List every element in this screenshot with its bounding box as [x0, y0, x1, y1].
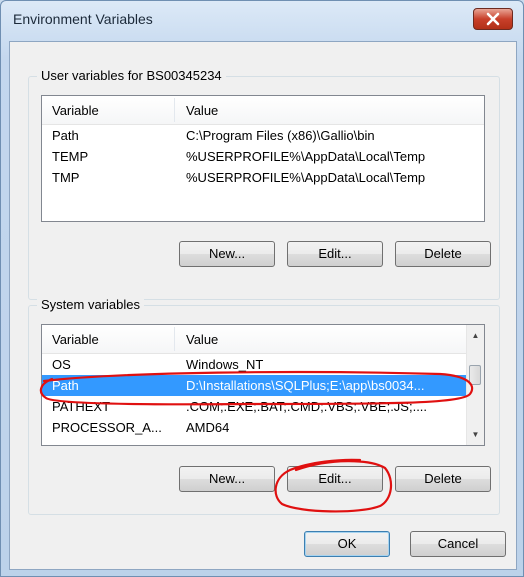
- dialog-client-area: User variables for BS00345234 Variable V…: [9, 41, 517, 570]
- system-edit-button[interactable]: Edit...: [287, 466, 383, 492]
- system-variable-row[interactable]: OS Windows_NT: [42, 354, 466, 375]
- user-new-button[interactable]: New...: [179, 241, 275, 267]
- column-separator: [174, 98, 175, 122]
- system-variables-list[interactable]: Variable Value OS Windows_NT Path D:\Ins…: [41, 324, 485, 446]
- scroll-down-arrow-icon[interactable]: ▼: [467, 426, 484, 443]
- environment-variables-dialog: Environment Variables User variables for…: [0, 0, 524, 577]
- system-variable-row[interactable]: PATHEXT .COM;.EXE;.BAT;.CMD;.VBS;.VBE;.J…: [42, 396, 466, 417]
- variable-name: PROCESSOR_A...: [52, 420, 162, 435]
- system-variable-row-selected[interactable]: Path D:\Installations\SQLPlus;E:\app\bs0…: [42, 375, 466, 396]
- close-icon: [486, 12, 500, 26]
- scrollbar-thumb[interactable]: [469, 365, 481, 385]
- user-variable-row[interactable]: TMP %USERPROFILE%\AppData\Local\Temp: [42, 167, 484, 188]
- variable-value: .COM;.EXE;.BAT;.CMD;.VBS;.VBE;.JS;....: [186, 399, 428, 414]
- user-variables-label: User variables for BS00345234: [37, 68, 226, 83]
- ok-button[interactable]: OK: [304, 531, 390, 557]
- variable-value: C:\Program Files (x86)\Gallio\bin: [186, 128, 375, 143]
- user-variable-row[interactable]: TEMP %USERPROFILE%\AppData\Local\Temp: [42, 146, 484, 167]
- column-separator: [174, 327, 175, 351]
- variable-name: OS: [52, 357, 71, 372]
- variable-value: D:\Installations\SQLPlus;E:\app\bs0034..…: [186, 378, 425, 393]
- column-header-value[interactable]: Value: [186, 103, 218, 118]
- variable-value: AMD64: [186, 420, 230, 435]
- column-header-variable[interactable]: Variable: [52, 332, 99, 347]
- user-edit-button[interactable]: Edit...: [287, 241, 383, 267]
- vertical-scrollbar[interactable]: ▲ ▼: [466, 325, 484, 445]
- system-delete-button[interactable]: Delete: [395, 466, 491, 492]
- user-variables-group: User variables for BS00345234 Variable V…: [28, 68, 500, 300]
- variable-name: TMP: [52, 170, 80, 185]
- variable-value: Windows_NT: [186, 357, 264, 372]
- dialog-title: Environment Variables: [13, 11, 153, 27]
- system-new-button[interactable]: New...: [179, 466, 275, 492]
- system-variables-group: System variables Variable Value OS Windo…: [28, 297, 500, 515]
- close-button[interactable]: [473, 8, 513, 30]
- variable-name: Path: [52, 378, 79, 393]
- column-header-variable[interactable]: Variable: [52, 103, 99, 118]
- variable-value: %USERPROFILE%\AppData\Local\Temp: [186, 149, 426, 164]
- cancel-button[interactable]: Cancel: [410, 531, 506, 557]
- system-variables-label: System variables: [37, 297, 144, 312]
- user-variable-row[interactable]: Path C:\Program Files (x86)\Gallio\bin: [42, 125, 484, 146]
- user-delete-button[interactable]: Delete: [395, 241, 491, 267]
- variable-name: Path: [52, 128, 79, 143]
- user-variables-list[interactable]: Variable Value Path C:\Program Files (x8…: [41, 95, 485, 222]
- column-header-value[interactable]: Value: [186, 332, 218, 347]
- list-header: Variable Value: [42, 325, 466, 354]
- list-header: Variable Value: [42, 96, 484, 125]
- variable-name: PATHEXT: [52, 399, 111, 414]
- variable-value: %USERPROFILE%\AppData\Local\Temp: [186, 170, 426, 185]
- scroll-up-arrow-icon[interactable]: ▲: [467, 327, 484, 344]
- system-variable-row[interactable]: PROCESSOR_A... AMD64: [42, 417, 466, 438]
- variable-name: TEMP: [52, 149, 89, 164]
